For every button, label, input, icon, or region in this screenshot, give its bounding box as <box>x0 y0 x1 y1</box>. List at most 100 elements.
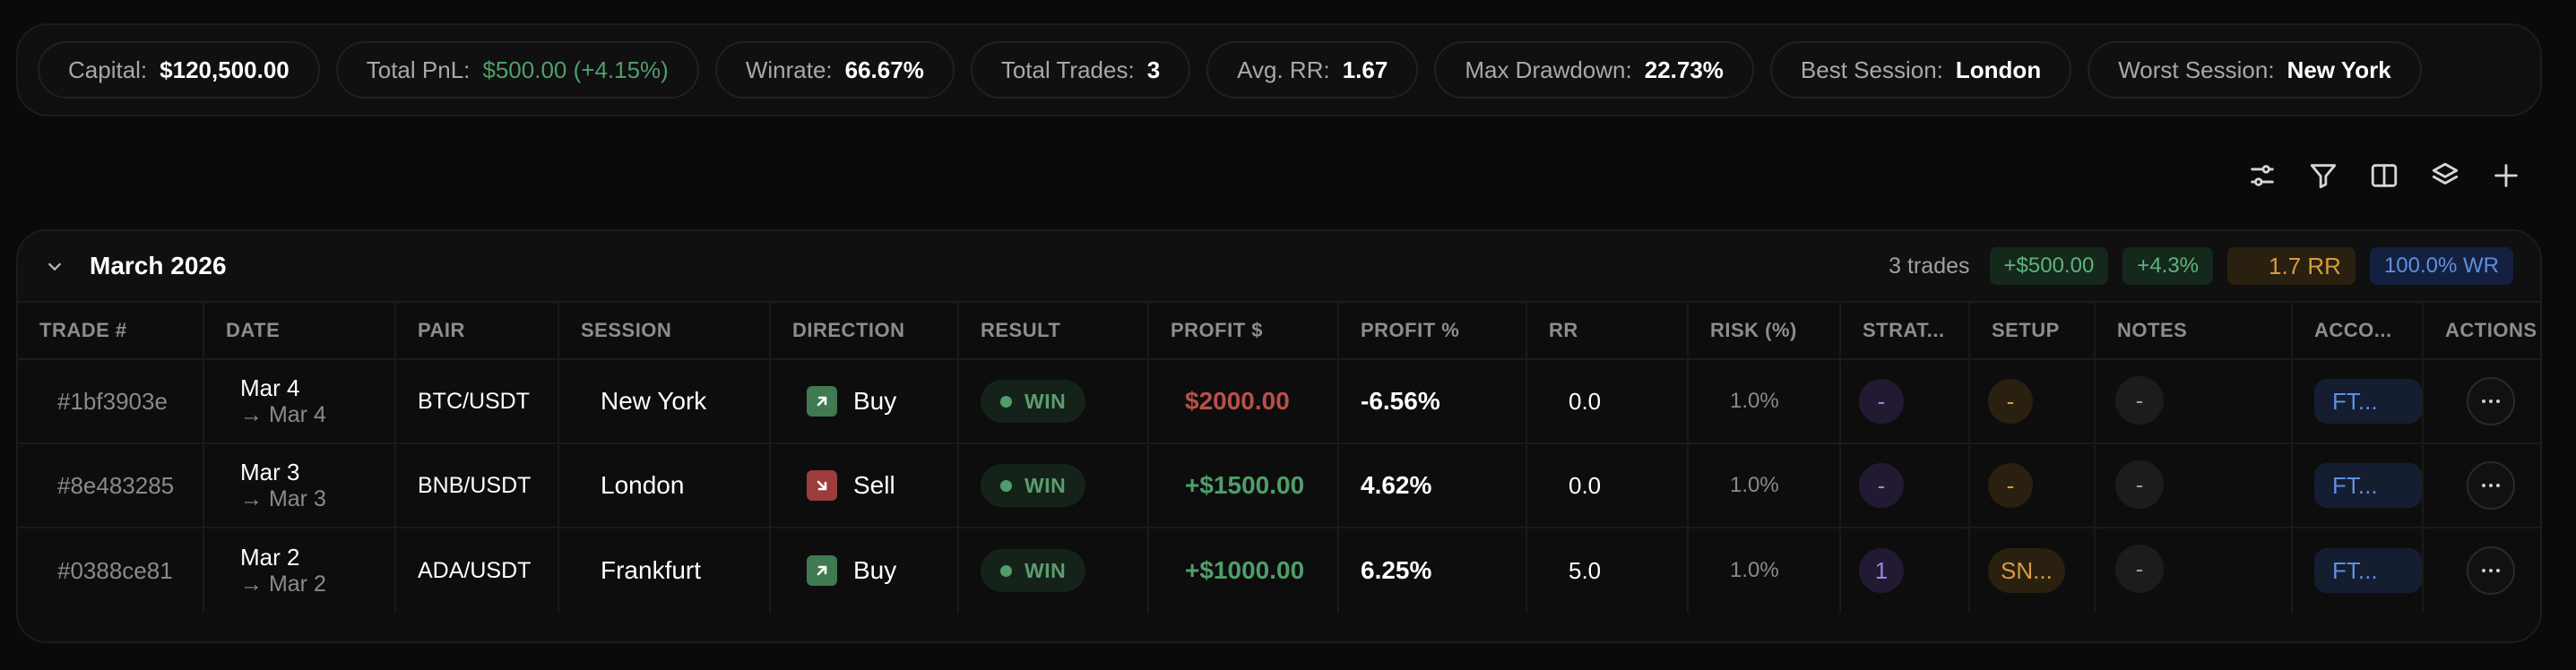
group-pct-chip: +4.3% <box>2122 247 2214 285</box>
stat-total-trades: Total Trades: 3 <box>970 41 1191 99</box>
sliders-button[interactable] <box>2244 158 2280 193</box>
trade-pair: BNB/USDT <box>396 444 559 527</box>
arrow-up-right-icon <box>807 386 837 417</box>
trade-session: Frankfurt <box>559 528 771 613</box>
stats-bar: Capital: $120,500.00 Total PnL: $500.00 … <box>16 23 2542 116</box>
trade-profit: +$1500.00 <box>1149 444 1339 527</box>
stat-best-session: Best Session: London <box>1769 41 2072 99</box>
result-badge: WIN <box>981 464 1086 507</box>
date-open: Mar 4 <box>240 374 300 401</box>
more-horizontal-icon <box>2482 569 2500 572</box>
layers-button[interactable] <box>2427 158 2463 193</box>
result-label: WIN <box>1024 389 1067 413</box>
account-tag[interactable]: FT... <box>2314 548 2422 593</box>
direction-label: Sell <box>853 471 895 499</box>
stat-label: Total PnL: <box>366 56 471 83</box>
trade-account: FT... <box>2293 528 2424 613</box>
more-horizontal-icon <box>2482 399 2500 403</box>
column-header-trade[interactable]: TRADE # <box>18 303 204 358</box>
stat-worst-session: Worst Session: New York <box>2088 41 2422 99</box>
trade-direction: Buy <box>771 528 959 613</box>
status-dot-icon <box>1000 479 1012 492</box>
stat-value: 1.67 <box>1342 56 1388 83</box>
trade-risk: 1.0% <box>1689 444 1841 527</box>
setup-tag[interactable]: - <box>1988 379 2033 424</box>
arrow-down-right-icon <box>807 470 837 501</box>
row-actions-button[interactable] <box>2467 377 2515 425</box>
row-actions-button[interactable] <box>2467 461 2515 510</box>
table-row[interactable]: #1bf3903e Mar 4 → Mar 4 BTC/USDT New Yor… <box>18 360 2540 444</box>
stat-total-pnl: Total PnL: $500.00 (+4.15%) <box>335 41 699 99</box>
date-close: → Mar 4 <box>240 402 326 427</box>
column-header-result[interactable]: RESULT <box>959 303 1149 358</box>
result-badge: WIN <box>981 549 1086 592</box>
group-rr-chip: 1.7 RR <box>2227 247 2356 285</box>
account-tag[interactable]: FT... <box>2314 379 2422 424</box>
table-row[interactable]: #8e483285 Mar 3 → Mar 3 BNB/USDT London … <box>18 444 2540 528</box>
trade-rr: 5.0 <box>1527 528 1689 613</box>
account-tag[interactable]: FT... <box>2314 463 2422 508</box>
arrow-up-right-icon <box>807 555 837 586</box>
trade-pair: BTC/USDT <box>396 360 559 442</box>
stat-label: Winrate: <box>745 56 833 83</box>
status-dot-icon <box>1000 395 1012 408</box>
columns-button[interactable] <box>2366 158 2402 193</box>
column-header-pair[interactable]: PAIR <box>396 303 559 358</box>
column-header-session[interactable]: SESSION <box>559 303 771 358</box>
filter-button[interactable] <box>2305 158 2341 193</box>
trade-direction: Sell <box>771 444 959 527</box>
stat-value: London <box>1955 56 2042 83</box>
trade-date: Mar 3 → Mar 3 <box>204 444 396 527</box>
column-header-account[interactable]: ACCO... <box>2293 303 2424 358</box>
trade-pair: ADA/USDT <box>396 528 559 613</box>
group-header[interactable]: March 2026 3 trades +$500.00 +4.3% 1.7 R… <box>18 231 2540 303</box>
column-header-date[interactable]: DATE <box>204 303 396 358</box>
plus-icon <box>2494 164 2518 187</box>
trade-actions <box>2424 528 2540 613</box>
stat-avg-rr: Avg. RR: 1.67 <box>1206 41 1419 99</box>
setup-tag[interactable]: - <box>1988 463 2033 508</box>
stat-label: Avg. RR: <box>1237 56 1330 83</box>
strategy-tag[interactable]: 1 <box>1859 548 1904 593</box>
trade-setup: - <box>1970 444 2096 527</box>
trade-id: #0388ce81 <box>18 528 204 613</box>
trade-profit: $2000.00 <box>1149 360 1339 442</box>
trade-direction: Buy <box>771 360 959 442</box>
setup-tag[interactable]: SN... <box>1988 548 2065 593</box>
trade-setup: SN... <box>1970 528 2096 613</box>
trade-rr: 0.0 <box>1527 360 1689 442</box>
trade-actions <box>2424 444 2540 527</box>
column-header-strategy[interactable]: STRAT... <box>1841 303 1970 358</box>
collapse-toggle[interactable] <box>41 253 68 279</box>
column-header-direction[interactable]: DIRECTION <box>771 303 959 358</box>
stat-label: Max Drawdown: <box>1465 56 1632 83</box>
trades-table: TRADE # DATE PAIR SESSION DIRECTION RESU… <box>18 303 2540 613</box>
column-header-profit-pct[interactable]: PROFIT % <box>1339 303 1527 358</box>
result-label: WIN <box>1024 473 1067 497</box>
strategy-tag[interactable]: - <box>1859 463 1904 508</box>
trade-id: #1bf3903e <box>18 360 204 442</box>
date-close: → Mar 2 <box>240 571 326 597</box>
stat-label: Worst Session: <box>2118 56 2275 83</box>
column-header-notes[interactable]: NOTES <box>2096 303 2293 358</box>
notes-tag[interactable]: - <box>2115 460 2164 509</box>
column-header-rr[interactable]: RR <box>1527 303 1689 358</box>
row-actions-button[interactable] <box>2467 546 2515 595</box>
add-trade-button[interactable] <box>2488 158 2524 193</box>
chevron-down-icon <box>48 262 62 271</box>
trade-profit-pct: -6.56% <box>1339 360 1527 442</box>
trade-result: WIN <box>959 528 1149 613</box>
column-header-profit[interactable]: PROFIT $ <box>1149 303 1339 358</box>
column-header-setup[interactable]: SETUP <box>1970 303 2096 358</box>
notes-tag[interactable]: - <box>2115 545 2164 593</box>
stat-value: 66.67% <box>844 56 924 83</box>
result-label: WIN <box>1024 558 1067 582</box>
notes-tag[interactable]: - <box>2115 376 2164 425</box>
column-header-risk[interactable]: RISK (%) <box>1689 303 1841 358</box>
stat-value: New York <box>2286 56 2391 83</box>
trade-date: Mar 4 → Mar 4 <box>204 360 396 442</box>
trade-strategy: - <box>1841 444 1970 527</box>
table-row[interactable]: #0388ce81 Mar 2 → Mar 2 ADA/USDT Frankfu… <box>18 528 2540 613</box>
trade-session: New York <box>559 360 771 442</box>
strategy-tag[interactable]: - <box>1859 379 1904 424</box>
